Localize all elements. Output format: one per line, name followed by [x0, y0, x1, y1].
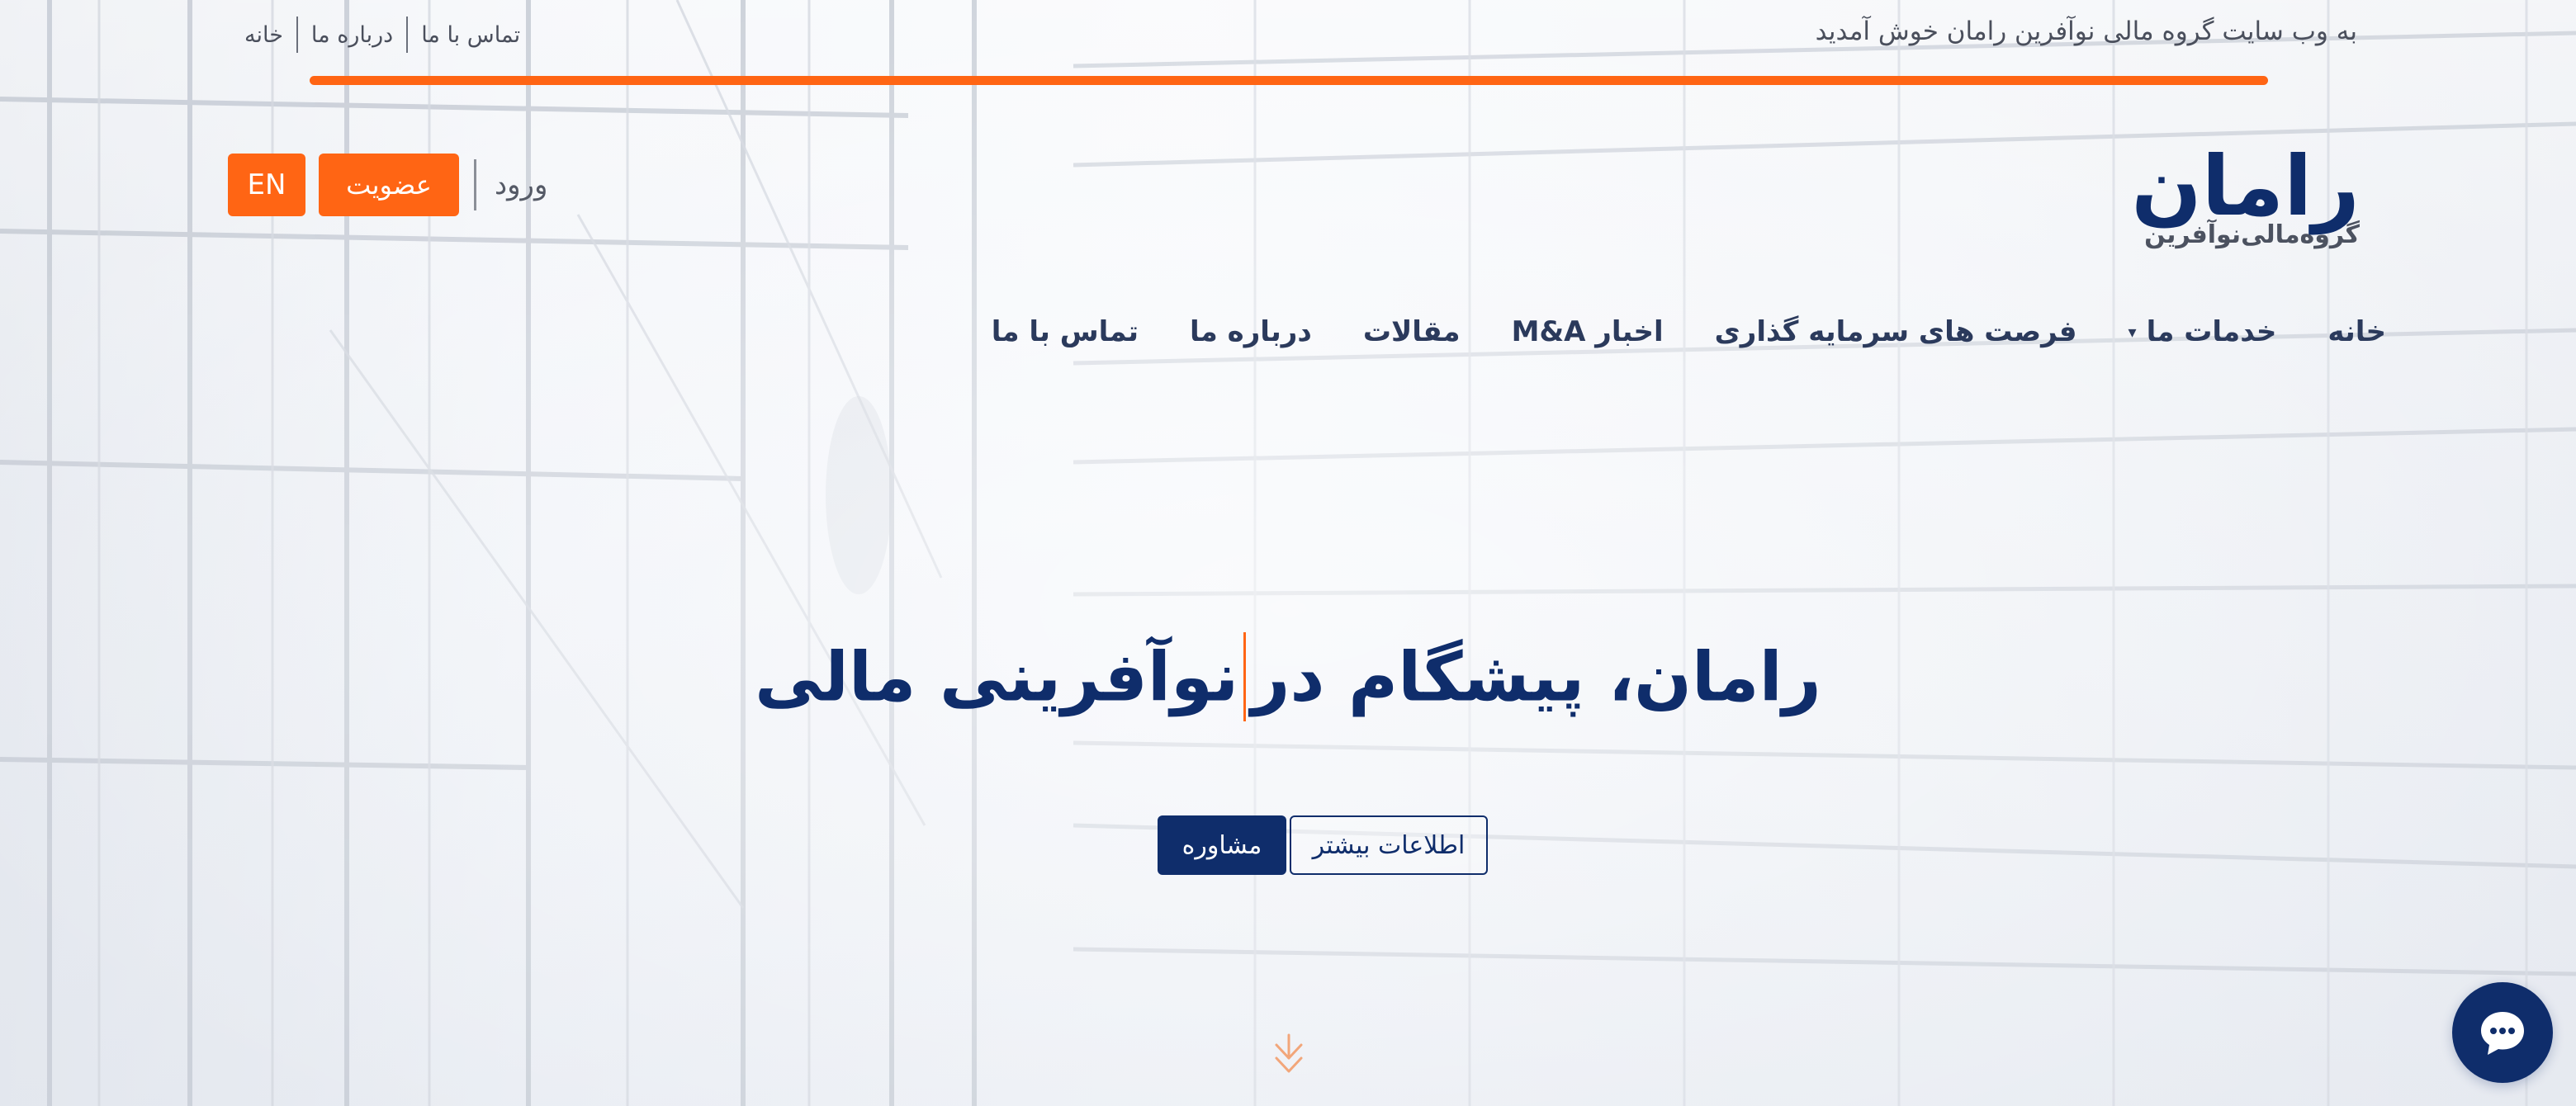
nav-item-contact[interactable]: تماس با ما [992, 315, 1139, 348]
hero-title-part1: رامان، پیشگام در [1251, 638, 1821, 717]
chat-bubble-icon [2481, 1012, 2524, 1055]
nav-item-label: تماس با ما [991, 315, 1139, 348]
accent-divider-line [310, 76, 2268, 85]
join-button[interactable]: عضویت [319, 154, 459, 216]
top-link-divider [296, 17, 298, 53]
header-actions: EN عضویت ورود [228, 154, 547, 216]
hero-buttons: مشاوره اطلاعات بیشتر [1158, 815, 1488, 875]
top-link-about[interactable]: درباره ما [298, 22, 406, 48]
top-link-divider [406, 17, 409, 53]
logo-subtitle: گروه‌مالی‌نوآفرین [2144, 220, 2360, 249]
more-info-button[interactable]: اطلاعات بیشتر [1290, 815, 1488, 875]
nav-item-label: درباره ما [1189, 315, 1312, 348]
main-navigation: خانه خدمات ما ▾ فرصت های سرمایه گذاری اخ… [940, 307, 2386, 357]
language-toggle-button[interactable]: EN [228, 154, 305, 216]
nav-item-home[interactable]: خانه [2327, 315, 2386, 348]
actions-divider [474, 159, 476, 210]
nav-item-label: فرصت های سرمایه گذاری [1714, 315, 2077, 348]
top-bar: به وب سایت گروه مالی نوآفرین رامان خوش آ… [0, 0, 2576, 85]
nav-item-about[interactable]: درباره ما [1190, 315, 1312, 348]
nav-item-label: مقالات [1362, 315, 1461, 348]
chevron-down-icon: ▾ [2128, 322, 2137, 342]
typing-cursor [1243, 632, 1247, 721]
nav-item-articles[interactable]: مقالات [1363, 315, 1461, 348]
nav-item-label: خانه [2327, 315, 2386, 348]
nav-item-services[interactable]: خدمات ما ▾ [2129, 315, 2277, 348]
hero-title: رامان، پیشگام درنوآفرینی مالی [0, 632, 2576, 726]
nav-item-investment-opportunities[interactable]: فرصت های سرمایه گذاری [1715, 315, 2077, 348]
hero-title-part2: نوآفرینی مالی [755, 638, 1239, 717]
nav-item-label: اخبار M&A [1511, 315, 1664, 348]
chat-button[interactable] [2452, 982, 2553, 1083]
login-link[interactable]: ورود [495, 168, 547, 201]
top-links: خانه درباره ما تماس با ما [231, 17, 533, 53]
nav-item-label: خدمات ما [2146, 315, 2277, 348]
welcome-text: به وب سایت گروه مالی نوآفرین رامان خوش آ… [1815, 17, 2357, 46]
site-logo[interactable]: رامان گروه‌مالی‌نوآفرین [2131, 138, 2363, 260]
scroll-down-arrow-icon[interactable] [1271, 1033, 1306, 1075]
top-link-home[interactable]: خانه [231, 22, 296, 48]
top-link-contact[interactable]: تماس با ما [408, 22, 533, 48]
consult-button[interactable]: مشاوره [1158, 815, 1286, 875]
nav-item-ma-news[interactable]: اخبار M&A [1512, 315, 1664, 348]
